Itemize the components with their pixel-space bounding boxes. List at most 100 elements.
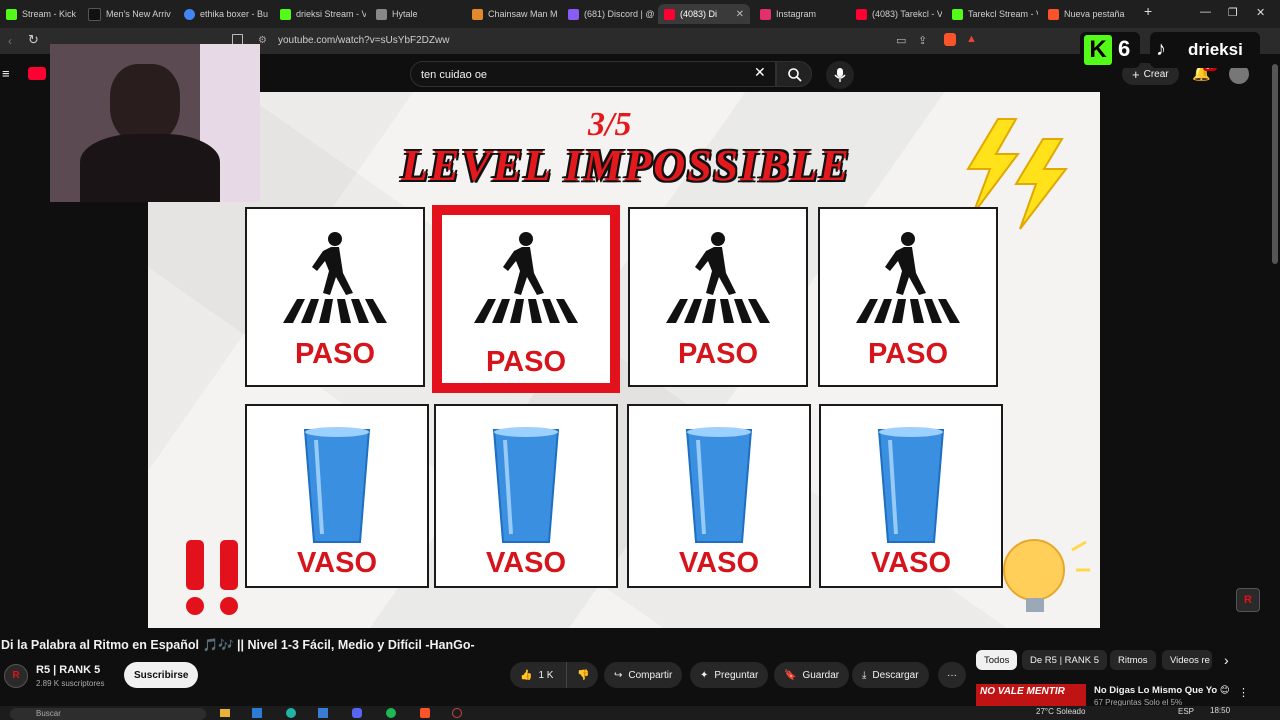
instagram-favicon — [760, 8, 771, 20]
tab-youtube-active[interactable]: (4083) Di ✕ — [658, 4, 750, 24]
search-button[interactable] — [776, 61, 812, 87]
tab-new[interactable]: Nueva pestaña — [1042, 4, 1134, 24]
close-window-icon[interactable]: ✕ — [1256, 6, 1265, 19]
browser-tab-strip: Stream - Kick Da Men's New Arriv ethika … — [0, 0, 1280, 28]
kick-logo-icon: K — [1084, 35, 1112, 65]
share-button[interactable]: ↪ Compartir — [604, 662, 683, 688]
subscribe-button[interactable]: Suscribirse — [124, 662, 199, 688]
level-title: LEVEL IMPOSSIBLE — [401, 141, 851, 190]
video-player[interactable]: 3/5 LEVEL IMPOSSIBLE PASO PASO PASO PASO… — [148, 92, 1100, 628]
new-tab-button[interactable]: + — [1144, 3, 1152, 19]
share-icon: ↪ — [614, 669, 623, 681]
kebab-menu-icon[interactable]: ⋮ — [1238, 686, 1249, 699]
streamer-head — [110, 64, 180, 144]
taskbar-search[interactable]: Buscar — [10, 708, 206, 720]
brave-icon[interactable] — [420, 708, 430, 718]
tab-kick-stream[interactable]: Stream - Kick Da — [0, 4, 78, 24]
outlook-icon[interactable] — [252, 708, 262, 718]
exclamation-icon — [186, 540, 238, 615]
paso-card: PASO — [245, 207, 425, 387]
page-scrollbar[interactable] — [1272, 64, 1278, 264]
glass-icon — [877, 427, 945, 543]
dislike-button[interactable]: 👎 — [566, 662, 598, 688]
vaso-card: VASO — [819, 404, 1003, 588]
channel-watermark[interactable]: R — [1236, 588, 1260, 612]
tab-google-search[interactable]: ethika boxer - Bu — [178, 4, 270, 24]
tab-drieksi-stream[interactable]: drieksi Stream - V — [274, 4, 366, 24]
file-explorer-icon[interactable] — [220, 709, 230, 717]
glass-icon — [685, 427, 753, 543]
paso-card-highlighted: PASO — [432, 205, 620, 393]
clock[interactable]: 18:50 — [1210, 706, 1230, 715]
reload-icon[interactable]: ↻ — [28, 32, 39, 48]
kick-favicon — [952, 8, 963, 20]
webcam-overlay — [50, 44, 260, 202]
tab-hytale[interactable]: Hytale — [370, 4, 462, 24]
shop-favicon — [88, 7, 101, 21]
bookmark-icon: 🔖 — [784, 669, 797, 681]
paso-label: PASO — [677, 338, 759, 370]
google-favicon — [184, 8, 195, 20]
share-page-icon[interactable]: ⇪ — [918, 34, 927, 47]
tiktok-logo-icon: ♪ — [1156, 38, 1166, 60]
lightbulb-icon — [1003, 539, 1090, 612]
chip-channel[interactable]: De R5 | RANK 5 — [1022, 650, 1107, 670]
back-icon[interactable]: ‹ — [8, 34, 12, 48]
tab-tarekcl-youtube[interactable]: (4083) Tarekcl - V — [850, 4, 942, 24]
video-title: Di la Palabra al Ritmo en Español 🎵🎶 || … — [1, 638, 475, 652]
close-tab-icon[interactable]: ✕ — [736, 9, 744, 20]
ask-button[interactable]: ✦ Preguntar — [690, 662, 769, 688]
pedestrian-crossing-icon — [474, 232, 578, 323]
language-indicator[interactable]: ESP — [1178, 707, 1194, 716]
url-field[interactable]: ⚙ youtube.com/watch?v=sUsYbF2DZww — [250, 32, 990, 50]
streamer-body — [80, 134, 220, 202]
youtube-favicon — [856, 8, 867, 20]
glass-icon — [492, 427, 560, 543]
vaso-label: VASO — [296, 547, 378, 579]
more-actions-button[interactable]: ··· — [938, 662, 966, 688]
save-button[interactable]: 🔖 Guardar — [774, 662, 850, 688]
app-icon[interactable] — [452, 708, 462, 718]
chip-todos[interactable]: Todos — [976, 650, 1018, 670]
cast-icon[interactable]: ▭ — [896, 34, 906, 47]
brave-favicon — [1048, 8, 1059, 20]
store-icon[interactable] — [318, 708, 328, 718]
discord-icon[interactable] — [352, 708, 362, 718]
weather-widget[interactable]: 27°C Soleado — [1036, 707, 1085, 716]
tab-discord[interactable]: (681) Discord | @ — [562, 4, 654, 24]
kick-viewers-sticker: K 6 — [1080, 32, 1140, 68]
tab-tarekcl-stream[interactable]: Tarekcl Stream - V — [946, 4, 1038, 24]
voice-search-button[interactable] — [826, 61, 854, 89]
youtube-logo[interactable] — [28, 67, 46, 80]
chevron-right-icon[interactable]: › — [1224, 652, 1229, 668]
paso-label: PASO — [294, 338, 376, 370]
search-input[interactable]: ten cuidao oe — [410, 61, 776, 87]
sparkle-icon: ✦ — [700, 669, 709, 681]
tab-chainsaw-man[interactable]: Chainsaw Man M — [466, 4, 558, 24]
level-number: 3/5 — [588, 106, 632, 143]
thumbs-down-icon: 👎 — [577, 669, 590, 681]
recommended-thumbnail[interactable]: NO VALE MENTIR — [976, 684, 1086, 706]
like-button[interactable]: 👍 1 K — [510, 662, 566, 688]
tab-instagram[interactable]: Instagram — [754, 4, 846, 24]
menu-icon[interactable]: ≡ — [2, 66, 10, 81]
paso-card: PASO — [628, 207, 808, 387]
download-button[interactable]: ⤓ Descargar — [852, 662, 929, 688]
channel-avatar[interactable]: R — [4, 664, 28, 688]
clear-search-icon[interactable]: ✕ — [754, 64, 766, 81]
edge-icon[interactable] — [286, 708, 296, 718]
channel-name[interactable]: R5 | RANK 5 — [36, 664, 100, 676]
kick-favicon — [280, 8, 291, 20]
minimize-icon[interactable]: — — [1200, 6, 1211, 18]
chip-ritmos[interactable]: Ritmos — [1110, 650, 1156, 670]
recommended-title[interactable]: No Digas Lo Mismo Que Yo 😊 — [1094, 685, 1230, 696]
spotify-icon[interactable] — [386, 708, 396, 718]
subscriber-count: 2.89 K suscriptores — [36, 679, 105, 688]
vaso-card: VASO — [627, 404, 811, 588]
youtube-favicon — [664, 8, 675, 20]
chip-videos[interactable]: Videos re — [1162, 650, 1212, 670]
maximize-icon[interactable]: ❐ — [1228, 6, 1238, 19]
brave-shield-icon[interactable] — [944, 33, 956, 46]
tab-mens-arrivals[interactable]: Men's New Arriv — [82, 4, 174, 24]
brave-rewards-icon[interactable]: ▲ — [966, 33, 977, 45]
